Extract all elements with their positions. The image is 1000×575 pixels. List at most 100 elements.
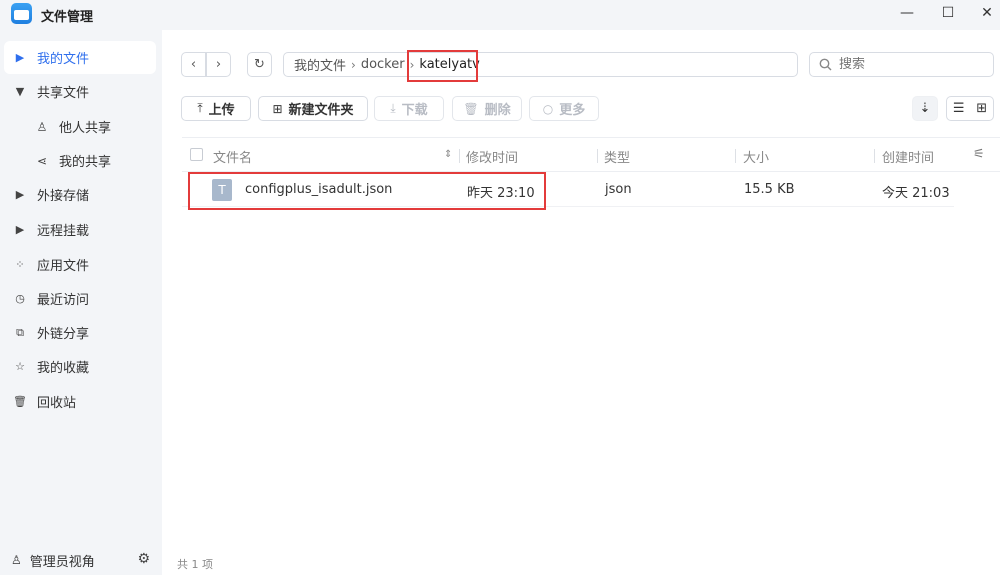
sidebar-item-others-shared[interactable]: ♙ 他人共享 <box>4 110 156 143</box>
file-modified: 昨天 23:10 <box>467 186 535 201</box>
caret-right-icon: ▶ <box>15 188 25 201</box>
file-name[interactable]: configplus_isadult.json <box>245 182 392 197</box>
admin-icon: ♙ <box>11 553 22 567</box>
table-header: 文件名 ⇕ 修改时间 类型 大小 创建时间 ⚟ <box>182 137 1000 172</box>
delete-button[interactable]: 🗑 删除 <box>452 96 522 121</box>
external-link-icon: ⧉ <box>16 325 24 339</box>
sidebar-item-label: 远程挂载 <box>37 224 90 239</box>
sidebar-item-trash[interactable]: 🗑 回收站 <box>4 385 156 418</box>
more-label: 更多 <box>559 103 586 118</box>
refresh-button[interactable]: ↻ <box>247 52 272 77</box>
select-all-checkbox[interactable] <box>190 148 203 161</box>
text-file-icon: T <box>212 179 232 201</box>
sidebar-item-label: 回收站 <box>37 396 77 411</box>
column-header-name[interactable]: 文件名 <box>213 147 252 166</box>
caret-down-icon: ▼ <box>15 85 25 98</box>
file-size: 15.5 KB <box>744 182 795 197</box>
refresh-icon: ↻ <box>254 57 265 72</box>
share-icon: ⋖ <box>36 153 48 168</box>
table-row[interactable]: T configplus_isadult.json 昨天 23:10 json … <box>182 173 954 207</box>
breadcrumb-item[interactable]: 我的文件 <box>294 55 346 74</box>
admin-view-label: 管理员视角 <box>29 554 95 570</box>
column-header-type[interactable]: 类型 <box>604 147 630 166</box>
title-bar: 文件管理 — ☐ ✕ <box>0 0 1000 30</box>
sidebar-item-remote-mount[interactable]: ▶ 远程挂载 <box>4 213 156 246</box>
column-settings-icon[interactable]: ⚟ <box>973 147 985 162</box>
chevron-left-icon: ‹ <box>190 57 197 72</box>
trash-icon: 🗑 <box>13 395 27 408</box>
search-field[interactable] <box>809 52 994 77</box>
sidebar-item-label: 他人共享 <box>59 121 112 136</box>
main-panel: ‹ › ↻ 我的文件 › docker › katelyatv ⤒ 上传 ⊞ 新… <box>162 30 1000 575</box>
download-button[interactable]: ⤓ 下载 <box>374 96 444 121</box>
sidebar-item-shared-files[interactable]: ▼ 共享文件 <box>4 75 156 108</box>
back-button[interactable]: ‹ <box>181 52 206 77</box>
sidebar-item-link-shares[interactable]: ⧉ 外链分享 <box>4 316 156 349</box>
close-button[interactable]: ✕ <box>975 3 999 23</box>
trash-icon: 🗑 <box>463 101 479 116</box>
sidebar-item-external-storage[interactable]: ▶ 外接存储 <box>4 178 156 211</box>
clock-icon: ◷ <box>15 292 25 305</box>
new-folder-label: 新建文件夹 <box>288 103 354 118</box>
sort-icon: ⇣ <box>919 101 931 116</box>
column-header-modified[interactable]: 修改时间 <box>466 147 518 166</box>
app-folder-icon <box>11 3 32 24</box>
search-icon <box>819 58 832 71</box>
star-icon: ☆ <box>15 360 25 373</box>
app-title: 文件管理 <box>41 10 94 25</box>
grid-icon: ⁘ <box>15 258 25 271</box>
item-count: 共 1 项 <box>177 558 213 571</box>
new-folder-button[interactable]: ⊞ 新建文件夹 <box>258 96 368 121</box>
download-icon: ⤓ <box>390 101 396 115</box>
sidebar-item-label: 最近访问 <box>37 293 90 308</box>
caret-right-icon: ▶ <box>15 223 25 236</box>
column-header-created[interactable]: 创建时间 <box>882 147 934 166</box>
sidebar-item-app-files[interactable]: ⁘ 应用文件 <box>4 248 156 281</box>
breadcrumb-separator: › <box>409 57 415 72</box>
column-header-size[interactable]: 大小 <box>743 147 769 166</box>
sidebar-item-label: 应用文件 <box>37 259 90 274</box>
sidebar-item-favorites[interactable]: ☆ 我的收藏 <box>4 350 156 383</box>
column-divider[interactable] <box>735 149 736 163</box>
caret-right-icon: ▶ <box>15 51 25 64</box>
sidebar: ▶ 我的文件 ▼ 共享文件 ♙ 他人共享 ⋖ 我的共享 ▶ 外接存储 ▶ 远程挂… <box>0 30 162 575</box>
admin-view-toggle[interactable]: ♙ 管理员视角 ⚙ <box>0 545 162 575</box>
breadcrumb-separator: › <box>351 57 356 72</box>
sidebar-item-label: 我的共享 <box>59 155 112 170</box>
sidebar-item-label: 外链分享 <box>37 327 90 342</box>
download-label: 下载 <box>401 103 428 118</box>
breadcrumb: 我的文件 › docker › katelyatv <box>283 52 798 77</box>
chevron-right-icon: › <box>215 57 222 72</box>
sidebar-item-label: 我的收藏 <box>37 361 90 376</box>
sidebar-item-my-files[interactable]: ▶ 我的文件 <box>4 41 156 74</box>
breadcrumb-item[interactable]: docker <box>361 57 405 72</box>
maximize-button[interactable]: ☐ <box>936 3 960 23</box>
more-button[interactable]: ○ 更多 <box>529 96 599 121</box>
sidebar-item-label: 共享文件 <box>37 86 90 101</box>
sidebar-item-recent[interactable]: ◷ 最近访问 <box>4 282 156 315</box>
column-divider[interactable] <box>459 149 460 163</box>
person-icon: ♙ <box>36 119 48 134</box>
search-input[interactable] <box>839 57 979 72</box>
forward-button[interactable]: › <box>206 52 231 77</box>
column-divider[interactable] <box>597 149 598 163</box>
grid-view-icon[interactable]: ⊞ <box>976 101 987 116</box>
column-divider[interactable] <box>874 149 875 163</box>
sidebar-item-my-shares[interactable]: ⋖ 我的共享 <box>4 144 156 177</box>
sidebar-item-label: 我的文件 <box>37 52 90 67</box>
view-toggle: ☰ ⊞ <box>946 96 994 121</box>
sort-button[interactable]: ⇣ <box>912 96 938 121</box>
sidebar-item-label: 外接存储 <box>37 189 90 204</box>
upload-label: 上传 <box>208 103 235 118</box>
file-type: json <box>605 182 632 197</box>
upload-button[interactable]: ⤒ 上传 <box>181 96 251 121</box>
sort-arrows-icon[interactable]: ⇕ <box>444 149 452 160</box>
file-created: 今天 21:03 <box>882 186 950 201</box>
minimize-button[interactable]: — <box>895 3 919 23</box>
upload-icon: ⤒ <box>197 101 203 115</box>
delete-label: 删除 <box>484 103 511 118</box>
more-icon: ○ <box>542 101 554 116</box>
breadcrumb-current[interactable]: katelyatv <box>419 57 479 72</box>
list-view-icon[interactable]: ☰ <box>953 101 965 116</box>
gear-icon[interactable]: ⚙ <box>137 551 150 567</box>
